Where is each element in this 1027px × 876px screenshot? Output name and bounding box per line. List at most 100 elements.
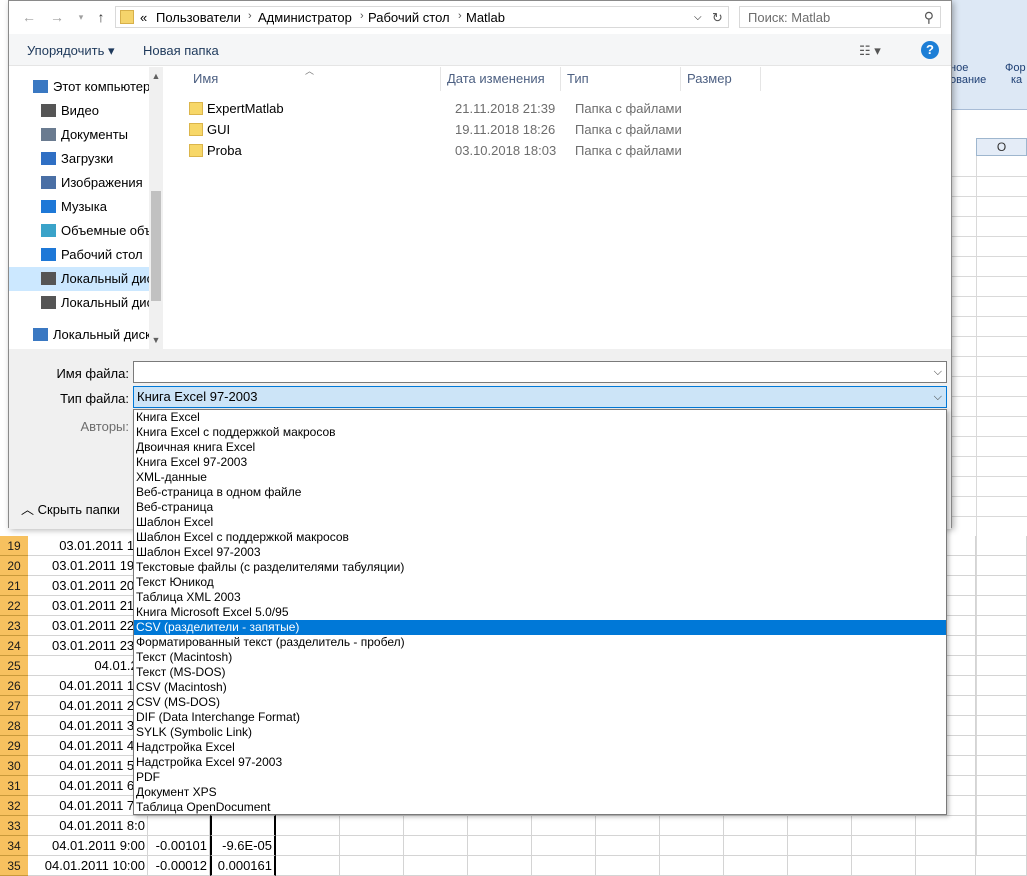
filename-input[interactable]: ⌵ (133, 361, 947, 383)
empty-cell[interactable] (468, 856, 532, 876)
scroll-thumb[interactable] (151, 191, 161, 301)
column-header-name[interactable]: Имя (187, 67, 441, 91)
empty-cell[interactable] (976, 656, 1027, 676)
filetype-option[interactable]: Шаблон Excel 97-2003 (134, 545, 946, 560)
empty-cell[interactable] (276, 856, 340, 876)
column-header-o[interactable]: O (976, 138, 1027, 156)
empty-cell[interactable] (724, 816, 788, 836)
nav-item[interactable]: Рабочий стол (9, 243, 149, 267)
empty-cell[interactable] (724, 856, 788, 876)
nav-item[interactable]: Загрузки (9, 147, 149, 171)
cell-value[interactable]: -0.00012 (148, 856, 210, 876)
filetype-option[interactable]: Книга Excel с поддержкой макросов (134, 425, 946, 440)
nav-item[interactable]: Музыка (9, 195, 149, 219)
file-row[interactable]: ExpertMatlab 21.11.2018 21:39 Папка с файл… (165, 98, 685, 119)
nav-item[interactable]: Этот компьютер (9, 75, 149, 99)
filetype-option[interactable]: Книга Excel (134, 410, 946, 425)
empty-cell[interactable] (852, 816, 916, 836)
empty-cell[interactable] (532, 836, 596, 856)
empty-cell[interactable] (276, 816, 340, 836)
help-icon[interactable]: ? (921, 41, 939, 59)
filetype-option[interactable]: Веб-страница в одном файле (134, 485, 946, 500)
column-header-size[interactable]: Размер (681, 67, 761, 91)
cell-datetime[interactable]: 04.01.2011 8:0 (28, 816, 148, 836)
cell-datetime[interactable]: 04.01.2011 1:0 (28, 676, 148, 696)
filetype-option[interactable]: Шаблон Excel (134, 515, 946, 530)
filetype-option[interactable]: CSV (MS-DOS) (134, 695, 946, 710)
cell-datetime[interactable]: 04.01.2011 3:0 (28, 716, 148, 736)
cell-value[interactable] (210, 816, 276, 836)
filetype-option[interactable]: PDF (134, 770, 946, 785)
row-header[interactable]: 27 (0, 696, 28, 716)
empty-cell[interactable] (596, 856, 660, 876)
column-header-type[interactable]: Тип (561, 67, 681, 91)
empty-cell[interactable] (340, 856, 404, 876)
ribbon-label[interactable]: ное (950, 62, 968, 74)
cell-datetime[interactable]: 03.01.2011 23:0 (28, 636, 148, 656)
row-header[interactable]: 29 (0, 736, 28, 756)
row-header[interactable]: 34 (0, 836, 28, 856)
cell-datetime[interactable]: 03.01.2011 22:0 (28, 616, 148, 636)
filetype-option[interactable]: XML-данные (134, 470, 946, 485)
empty-cell[interactable] (976, 576, 1027, 596)
row-header[interactable]: 20 (0, 556, 28, 576)
empty-cell[interactable] (276, 836, 340, 856)
empty-cell[interactable] (788, 816, 852, 836)
cell-value[interactable]: 0.000161 (210, 856, 276, 876)
cell-value[interactable] (148, 816, 210, 836)
row-header[interactable]: 23 (0, 616, 28, 636)
nav-scrollbar[interactable]: ▲ ▼ (149, 67, 163, 349)
empty-cell[interactable] (852, 836, 916, 856)
empty-cell[interactable] (976, 676, 1027, 696)
cell-datetime[interactable]: 04.01.2011 4:0 (28, 736, 148, 756)
row-header[interactable]: 26 (0, 676, 28, 696)
cell-datetime[interactable]: 03.01.2011 20:0 (28, 576, 148, 596)
empty-cell[interactable] (532, 816, 596, 836)
empty-cell[interactable] (404, 856, 468, 876)
filetype-option[interactable]: CSV (разделители - запятые) (134, 620, 946, 635)
empty-cell[interactable] (976, 616, 1027, 636)
empty-cell[interactable] (340, 836, 404, 856)
empty-cell[interactable] (976, 696, 1027, 716)
cell-datetime[interactable]: 03.01.2011 19:0 (28, 556, 148, 576)
filetype-option[interactable]: Текст (Macintosh) (134, 650, 946, 665)
empty-cell[interactable] (660, 816, 724, 836)
filetype-option[interactable]: Двоичная книга Excel (134, 440, 946, 455)
empty-cell[interactable] (404, 836, 468, 856)
scroll-down-icon[interactable]: ▼ (149, 333, 163, 347)
empty-cell[interactable] (976, 636, 1027, 656)
breadcrumb-overflow[interactable]: « (140, 10, 147, 25)
organize-button[interactable]: Упорядочить ▾ (27, 43, 115, 59)
view-options-icon[interactable]: ☷ ▾ (859, 43, 881, 59)
file-row[interactable]: GUI 19.11.2018 18:26 Папка с файлами (165, 119, 685, 140)
nav-item[interactable]: Документы (9, 123, 149, 147)
row-header[interactable]: 33 (0, 816, 28, 836)
nav-item[interactable]: Изображения (9, 171, 149, 195)
filetype-option[interactable]: Шаблон Excel с поддержкой макросов (134, 530, 946, 545)
empty-cell[interactable] (976, 776, 1027, 796)
empty-cell[interactable] (660, 836, 724, 856)
empty-cell[interactable] (852, 856, 916, 876)
empty-cell[interactable] (724, 836, 788, 856)
empty-cell[interactable] (976, 736, 1027, 756)
new-folder-button[interactable]: Новая папка (143, 43, 219, 58)
filetype-option[interactable]: Надстройка Excel 97-2003 (134, 755, 946, 770)
nav-item[interactable]: Видео (9, 99, 149, 123)
empty-cell[interactable] (976, 716, 1027, 736)
cell-datetime[interactable]: 04.01.2011 2:0 (28, 696, 148, 716)
empty-cell[interactable] (788, 856, 852, 876)
history-chevron-icon[interactable]: ▾ (73, 9, 89, 25)
nav-item[interactable]: Объемные объ (9, 219, 149, 243)
empty-cell[interactable] (976, 756, 1027, 776)
empty-cell[interactable] (532, 856, 596, 876)
breadcrumb-desktop[interactable]: Рабочий стол (368, 10, 450, 25)
search-box[interactable]: Поиск: Matlab ⚲ (739, 6, 941, 28)
breadcrumb-admin[interactable]: Администратор (258, 10, 352, 25)
empty-cell[interactable] (468, 836, 532, 856)
ribbon-label[interactable]: ование (950, 74, 986, 86)
cell-datetime[interactable]: 04.01.2011 9:00 (28, 836, 148, 856)
cell-value[interactable]: -9.6E-05 (210, 836, 276, 856)
column-header-date[interactable]: Дата изменения (441, 67, 561, 91)
filetype-option[interactable]: Таблица XML 2003 (134, 590, 946, 605)
row-header[interactable]: 25 (0, 656, 28, 676)
